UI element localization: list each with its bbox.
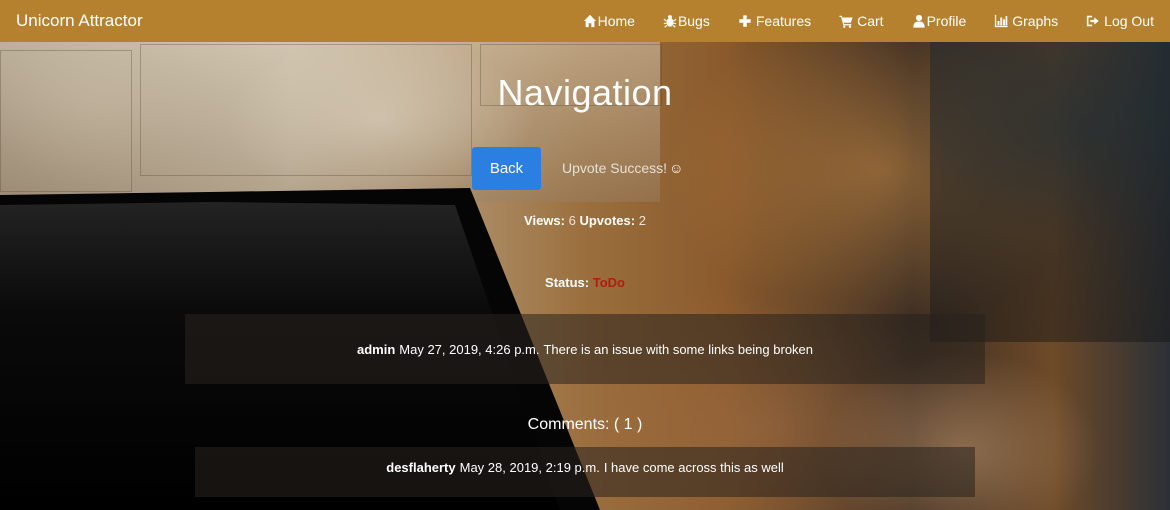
- nav-graphs[interactable]: Graphs: [994, 13, 1058, 29]
- comments-heading: Comments: ( 1 ): [527, 416, 643, 433]
- nav-features-label: Features: [755, 13, 812, 29]
- issue-author: admin: [356, 341, 396, 357]
- views-label: Views:: [524, 213, 565, 228]
- comment-text: I have come across this as well: [603, 460, 784, 475]
- logout-icon: [1086, 14, 1100, 28]
- comment-item: desflaherty May 28, 2019, 2:19 p.m. I ha…: [195, 447, 975, 497]
- plus-icon: [738, 14, 752, 28]
- nav-cart[interactable]: Cart: [839, 13, 884, 29]
- issue-description: admin May 27, 2019, 4:26 p.m. There is a…: [185, 314, 985, 384]
- nav-logout-label: Log Out: [1104, 13, 1154, 29]
- comment-date: May 28, 2019, 2:19 p.m.: [459, 460, 600, 475]
- back-button[interactable]: Back: [472, 147, 541, 190]
- comment-author: desflaherty: [386, 460, 456, 475]
- page-title: Navigation: [497, 72, 673, 113]
- upvotes-label: Upvotes:: [579, 213, 636, 228]
- user-icon: [912, 14, 926, 28]
- upvote-message-text: Upvote Success!: [562, 160, 668, 176]
- nav-profile-label: Profile: [926, 13, 967, 29]
- nav-home-label: Home: [597, 13, 635, 29]
- nav-home[interactable]: Home: [583, 13, 635, 29]
- main-content: Navigation Back Upvote Success! ☺ Views:…: [0, 42, 1170, 510]
- nav-features[interactable]: Features: [738, 13, 811, 29]
- ticket-stats: Views: 6 Upvotes: 2: [0, 213, 1170, 228]
- views-value: 6: [568, 213, 576, 228]
- issue-text: There is an issue with some links being …: [543, 341, 814, 357]
- status-badge: ToDo: [592, 275, 625, 290]
- upvote-status-message: Upvote Success! ☺: [562, 160, 683, 176]
- nav-cart-label: Cart: [857, 13, 884, 29]
- brand-logo[interactable]: Unicorn Attractor: [16, 11, 143, 31]
- bar-chart-icon: [994, 14, 1008, 28]
- bug-icon: [663, 14, 677, 28]
- status-label: Status:: [545, 275, 590, 290]
- upvotes-value: 2: [638, 213, 646, 228]
- nav-bugs-label: Bugs: [677, 13, 710, 29]
- home-icon: [583, 14, 597, 28]
- navbar: Unicorn Attractor Home Bugs Features Car…: [0, 0, 1170, 42]
- nav-links: Home Bugs Features Cart Profile Graphs L…: [583, 0, 1154, 42]
- issue-date: May 27, 2019, 4:26 p.m.: [399, 341, 540, 357]
- cart-icon: [839, 14, 853, 28]
- nav-logout[interactable]: Log Out: [1086, 13, 1154, 29]
- nav-bugs[interactable]: Bugs: [663, 13, 710, 29]
- nav-graphs-label: Graphs: [1012, 13, 1059, 29]
- page: Unicorn Attractor Home Bugs Features Car…: [0, 0, 1170, 510]
- ticket-status: Status: ToDo: [0, 275, 1170, 290]
- smile-icon: ☺: [669, 160, 684, 176]
- nav-profile[interactable]: Profile: [912, 13, 967, 29]
